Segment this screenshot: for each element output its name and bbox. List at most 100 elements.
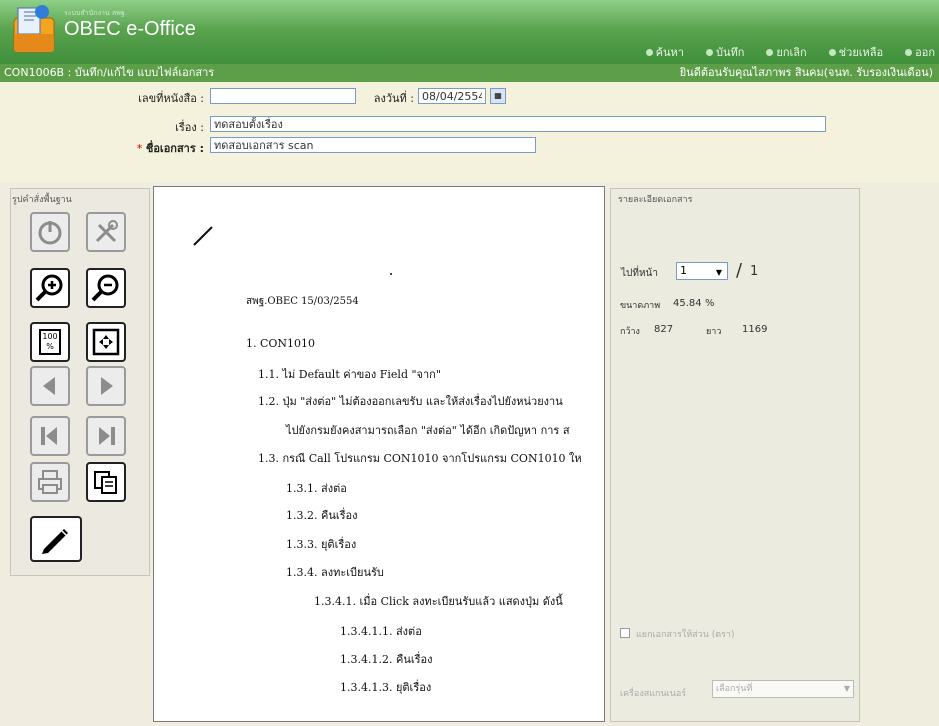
- doc-line-item: 1.3.3. ยุติเรื่อง: [286, 538, 357, 551]
- print-button[interactable]: [30, 462, 70, 502]
- actual-size-icon: 100%: [39, 329, 61, 355]
- app-title: OBEC e-Office: [64, 18, 196, 40]
- width-value: 827: [654, 324, 674, 335]
- filename-label-text: ชื่อเอกสาร :: [145, 142, 204, 155]
- power-button[interactable]: [30, 212, 70, 252]
- status-bar: CON1006B : บันทึก/แก้ไข แบบไฟล์เอกสาร ยิ…: [0, 64, 939, 82]
- scanner-select[interactable]: เลือกรุ่นที่ ▼: [712, 680, 854, 698]
- nav-cancel[interactable]: ยกเลิก: [766, 44, 807, 60]
- doc-line-item: 1.3.4.1.1. ส่งต่อ: [340, 625, 422, 638]
- search-icon: [645, 48, 653, 56]
- page-label: ไปที่หน้า: [621, 268, 659, 279]
- nav-exit[interactable]: ออก: [905, 44, 935, 60]
- required-marker: *: [136, 142, 143, 155]
- nav-help-label: ช่วยเหลือ: [838, 46, 884, 59]
- doc-line-section: 1. CON1010: [246, 337, 316, 350]
- doc-line-item: 1.1. ไม่ Default ค่าของ Field "จาก": [258, 368, 441, 381]
- document-form: เลขที่หนังสือ : ลงวันที่ : ▦ เรื่อง : * …: [0, 82, 939, 182]
- zoom-label: ขนาดภาพ: [620, 301, 661, 311]
- doc-no-label: เลขที่หนังสือ :: [138, 92, 204, 105]
- actual-size-label-top: 100: [42, 332, 58, 341]
- first-page-button[interactable]: [30, 416, 70, 456]
- width-label: กว้าง: [620, 327, 640, 337]
- scanner-select-value: เลือกรุ่นที่: [716, 684, 753, 694]
- print-icon: [38, 470, 62, 494]
- doc-line-item: 1.3.1. ส่งต่อ: [286, 482, 347, 495]
- page-select[interactable]: 1 ▼: [676, 262, 728, 280]
- app-header: ระบบสำนักงาน สพฐ. OBEC e-Office ค้นหา บั…: [0, 0, 939, 64]
- scan-speck: [390, 273, 392, 275]
- next-page-button[interactable]: [86, 366, 126, 406]
- nav-cancel-label: ยกเลิก: [776, 46, 807, 59]
- nav-help[interactable]: ช่วยเหลือ: [828, 44, 884, 60]
- page-total: 1: [750, 264, 759, 279]
- doc-line-item: 1.3.4.1.3. ยุติเรื่อง: [340, 681, 432, 694]
- document-viewer[interactable]: สพฐ.OBEC 15/03/2554 1. CON1010 1.1. ไม่ …: [153, 186, 605, 722]
- details-title: รายละเอียดเอกสาร: [618, 195, 693, 205]
- program-title: CON1006B : บันทึก/แก้ไข แบบไฟล์เอกสาร: [4, 66, 215, 79]
- doc-line-item: 1.3.4. ลงทะเบียนรับ: [286, 566, 384, 579]
- page-separator: /: [736, 260, 743, 281]
- doc-line-item: 1.3.4.1. เมื่อ Click ลงทะเบียนรับแล้ว แส…: [314, 595, 563, 608]
- subject-field[interactable]: [210, 116, 826, 132]
- doc-line-item: ไปยังกรมยังคงสามารถเลือก "ส่งต่อ" ได้อีก…: [286, 424, 570, 437]
- app-logo-icon: [13, 5, 55, 53]
- doc-line-item: 1.2. ปุ่ม "ส่งต่อ" ไม่ต้องออกเลขรับ และใ…: [258, 395, 563, 408]
- copy-icon: [94, 471, 117, 494]
- date-field[interactable]: [418, 88, 486, 104]
- split-checkbox[interactable]: [620, 628, 630, 638]
- cancel-icon: [766, 48, 774, 56]
- split-checkbox-label: แยกเอกสารให้ส่วน (ตรา): [636, 630, 735, 640]
- nav-save[interactable]: บันทึก: [705, 44, 745, 60]
- chevron-down-icon: ▼: [843, 684, 850, 693]
- filename-label: * ชื่อเอกสาร :: [90, 139, 204, 157]
- nav-exit-label: ออก: [915, 46, 935, 59]
- date-label: ลงวันที่ :: [373, 92, 414, 105]
- zoom-in-icon: [35, 274, 63, 302]
- zoom-out-button[interactable]: [86, 268, 126, 308]
- tools-icon: [95, 220, 118, 243]
- next-page-icon: [101, 377, 113, 395]
- actual-size-button[interactable]: 100%: [30, 322, 70, 362]
- welcome-text: ยินดีต้อนรับคุณไสภาพร สินคม(จนท. รับรองเ…: [679, 66, 933, 79]
- power-icon: [38, 221, 62, 245]
- fit-page-icon: [92, 328, 120, 356]
- fit-page-button[interactable]: [86, 322, 126, 362]
- doc-line-reference: สพฐ.OBEC 15/03/2554: [246, 296, 359, 307]
- last-page-button[interactable]: [86, 416, 126, 456]
- toolbox-title: รูปคำสั่งพื้นฐาน: [12, 195, 72, 205]
- actual-size-label-bottom: %: [46, 342, 54, 351]
- doc-no-field[interactable]: [210, 88, 356, 104]
- subject-label: เรื่อง :: [175, 121, 204, 134]
- chevron-down-icon: ▼: [715, 268, 723, 277]
- right-margin: [860, 182, 939, 726]
- pencil-icon: [42, 529, 68, 554]
- page-select-value: 1: [680, 264, 687, 277]
- doc-line-item: 1.3. กรณี Call โปรแกรม CON1010 จากโปรแกร…: [258, 452, 582, 465]
- top-navigation: ค้นหา บันทึก ยกเลิก ช่วยเหลือ ออก: [645, 44, 935, 60]
- pen-mark-icon: [193, 226, 213, 246]
- prev-page-button[interactable]: [30, 366, 70, 406]
- zoom-unit: %: [705, 298, 715, 309]
- nav-search-label: ค้นหา: [655, 46, 684, 59]
- calendar-icon[interactable]: ▦: [490, 88, 506, 104]
- prev-page-icon: [43, 377, 55, 395]
- last-page-icon: [99, 427, 115, 445]
- save-icon: [705, 48, 713, 56]
- annotate-button[interactable]: [30, 516, 82, 562]
- zoom-in-button[interactable]: [30, 268, 70, 308]
- copy-button[interactable]: [86, 462, 126, 502]
- zoom-out-icon: [91, 274, 119, 302]
- doc-line-item: 1.3.4.1.2. คืนเรื่อง: [340, 653, 433, 666]
- height-label: ยาว: [706, 327, 722, 337]
- help-icon: [828, 48, 836, 56]
- filename-field[interactable]: [210, 137, 536, 153]
- exit-icon: [905, 48, 913, 56]
- height-value: 1169: [742, 324, 768, 335]
- tools-button[interactable]: [86, 212, 126, 252]
- nav-save-label: บันทึก: [715, 46, 745, 59]
- zoom-value: 45.84: [673, 298, 702, 309]
- doc-line-item: 1.3.2. คืนเรื่อง: [286, 509, 358, 522]
- nav-search[interactable]: ค้นหา: [645, 44, 684, 60]
- scanner-label: เครื่องสแกนเนอร์: [620, 689, 687, 699]
